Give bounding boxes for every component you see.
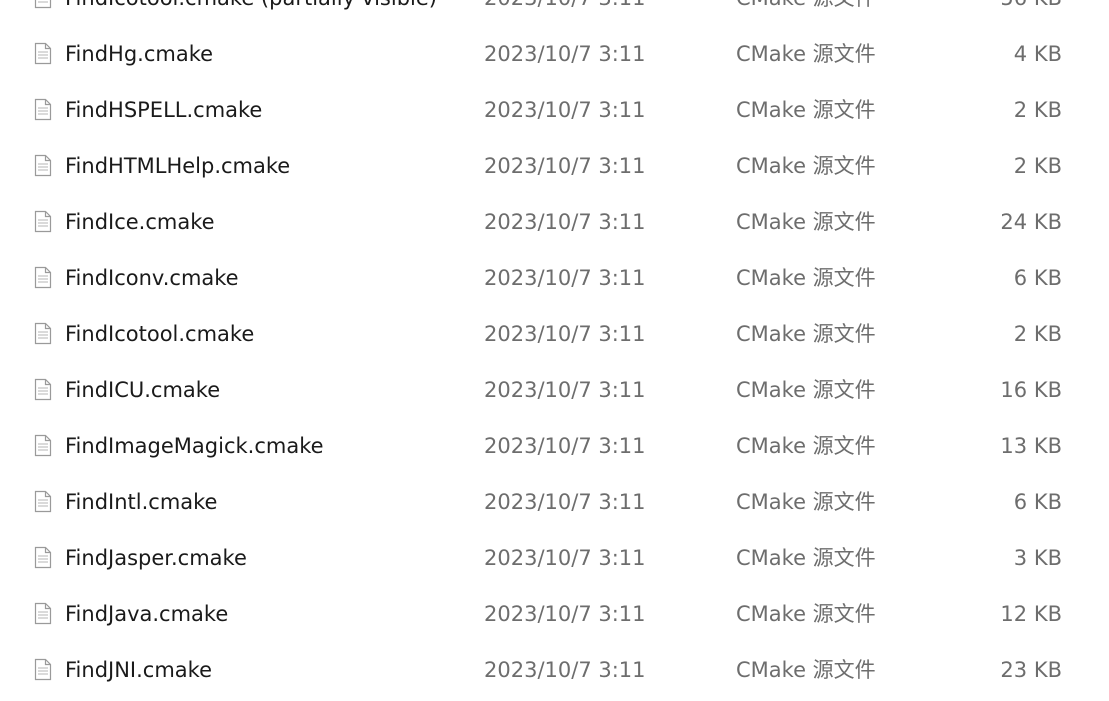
file-name: FindHSPELL.cmake [65,98,263,122]
document-icon [34,434,52,457]
file-type: CMake 源文件 [736,210,876,234]
file-size: 2 KB [1013,322,1062,346]
file-type: CMake 源文件 [736,98,876,122]
file-type: CMake 源文件 [736,266,876,290]
file-row[interactable]: FindHSPELL.cmake 2023/10/7 3:11 CMake 源文… [0,85,1109,141]
file-type: CMake 源文件 [736,378,876,402]
file-row[interactable]: FindIcotool.cmake 2023/10/7 3:11 CMake 源… [0,309,1109,365]
file-name: FindJasper.cmake [65,546,247,570]
file-date: 2023/10/7 3:11 [484,98,646,122]
file-size: 16 KB [1000,378,1062,402]
file-size: 56 KB [1000,0,1062,11]
document-icon [34,490,52,513]
file-size: 2 KB [1013,98,1062,122]
file-type: CMake 源文件 [736,42,876,66]
file-name: FindIcotool.cmake [65,322,255,346]
document-icon [34,658,52,681]
file-date: 2023/10/7 3:11 [484,154,646,178]
file-row[interactable]: FindJNI.cmake 2023/10/7 3:11 CMake 源文件 2… [0,645,1109,701]
file-type: CMake 源文件 [736,602,876,626]
file-name: FindHg.cmake [65,42,214,66]
file-row[interactable]: FindIce.cmake 2023/10/7 3:11 CMake 源文件 2… [0,197,1109,253]
file-size: 6 KB [1013,490,1062,514]
file-name: FindIce.cmake [65,210,215,234]
file-list: FindIcotool.cmake (partially visible) 20… [0,0,1109,701]
file-name: FindJNI.cmake [65,658,212,682]
file-name: FindICU.cmake [65,378,221,402]
document-icon [34,0,52,9]
file-size: 24 KB [1000,210,1062,234]
file-type: CMake 源文件 [736,546,876,570]
file-type: CMake 源文件 [736,154,876,178]
file-row[interactable]: FindICU.cmake 2023/10/7 3:11 CMake 源文件 1… [0,365,1109,421]
document-icon [34,378,52,401]
file-date: 2023/10/7 3:11 [484,266,646,290]
file-size: 12 KB [1000,602,1062,626]
file-row[interactable]: FindIconv.cmake 2023/10/7 3:11 CMake 源文件… [0,253,1109,309]
document-icon [34,322,52,345]
file-row[interactable]: FindJava.cmake 2023/10/7 3:11 CMake 源文件 … [0,589,1109,645]
document-icon [34,42,52,65]
file-row[interactable]: FindIntl.cmake 2023/10/7 3:11 CMake 源文件 … [0,477,1109,533]
document-icon [34,98,52,121]
document-icon [34,266,52,289]
file-type: CMake 源文件 [736,0,876,11]
file-size: 13 KB [1000,434,1062,458]
file-size: 6 KB [1013,266,1062,290]
file-date: 2023/10/7 3:11 [484,322,646,346]
document-icon [34,602,52,625]
file-date: 2023/10/7 3:11 [484,602,646,626]
file-size: 3 KB [1013,546,1062,570]
file-type: CMake 源文件 [736,322,876,346]
file-type: CMake 源文件 [736,658,876,682]
file-date: 2023/10/7 3:11 [484,378,646,402]
file-row[interactable]: FindIcotool.cmake (partially visible) 20… [0,0,1109,29]
file-date: 2023/10/7 3:11 [484,0,646,11]
file-date: 2023/10/7 3:11 [484,546,646,570]
file-name: FindIcotool.cmake (partially visible) [65,0,437,11]
file-name: FindImageMagick.cmake [65,434,324,458]
file-name: FindIntl.cmake [65,490,218,514]
file-type: CMake 源文件 [736,490,876,514]
file-name: FindJava.cmake [65,602,229,626]
file-date: 2023/10/7 3:11 [484,434,646,458]
file-size: 4 KB [1013,42,1062,66]
file-date: 2023/10/7 3:11 [484,210,646,234]
file-row[interactable]: FindJasper.cmake 2023/10/7 3:11 CMake 源文… [0,533,1109,589]
document-icon [34,154,52,177]
file-date: 2023/10/7 3:11 [484,490,646,514]
file-name: FindIconv.cmake [65,266,239,290]
file-row[interactable]: FindImageMagick.cmake 2023/10/7 3:11 CMa… [0,421,1109,477]
document-icon [34,546,52,569]
file-date: 2023/10/7 3:11 [484,658,646,682]
file-size: 2 KB [1013,154,1062,178]
file-row[interactable]: FindHTMLHelp.cmake 2023/10/7 3:11 CMake … [0,141,1109,197]
file-date: 2023/10/7 3:11 [484,42,646,66]
file-type: CMake 源文件 [736,434,876,458]
file-row[interactable]: FindHg.cmake 2023/10/7 3:11 CMake 源文件 4 … [0,29,1109,85]
document-icon [34,210,52,233]
file-name: FindHTMLHelp.cmake [65,154,291,178]
file-size: 23 KB [1000,658,1062,682]
